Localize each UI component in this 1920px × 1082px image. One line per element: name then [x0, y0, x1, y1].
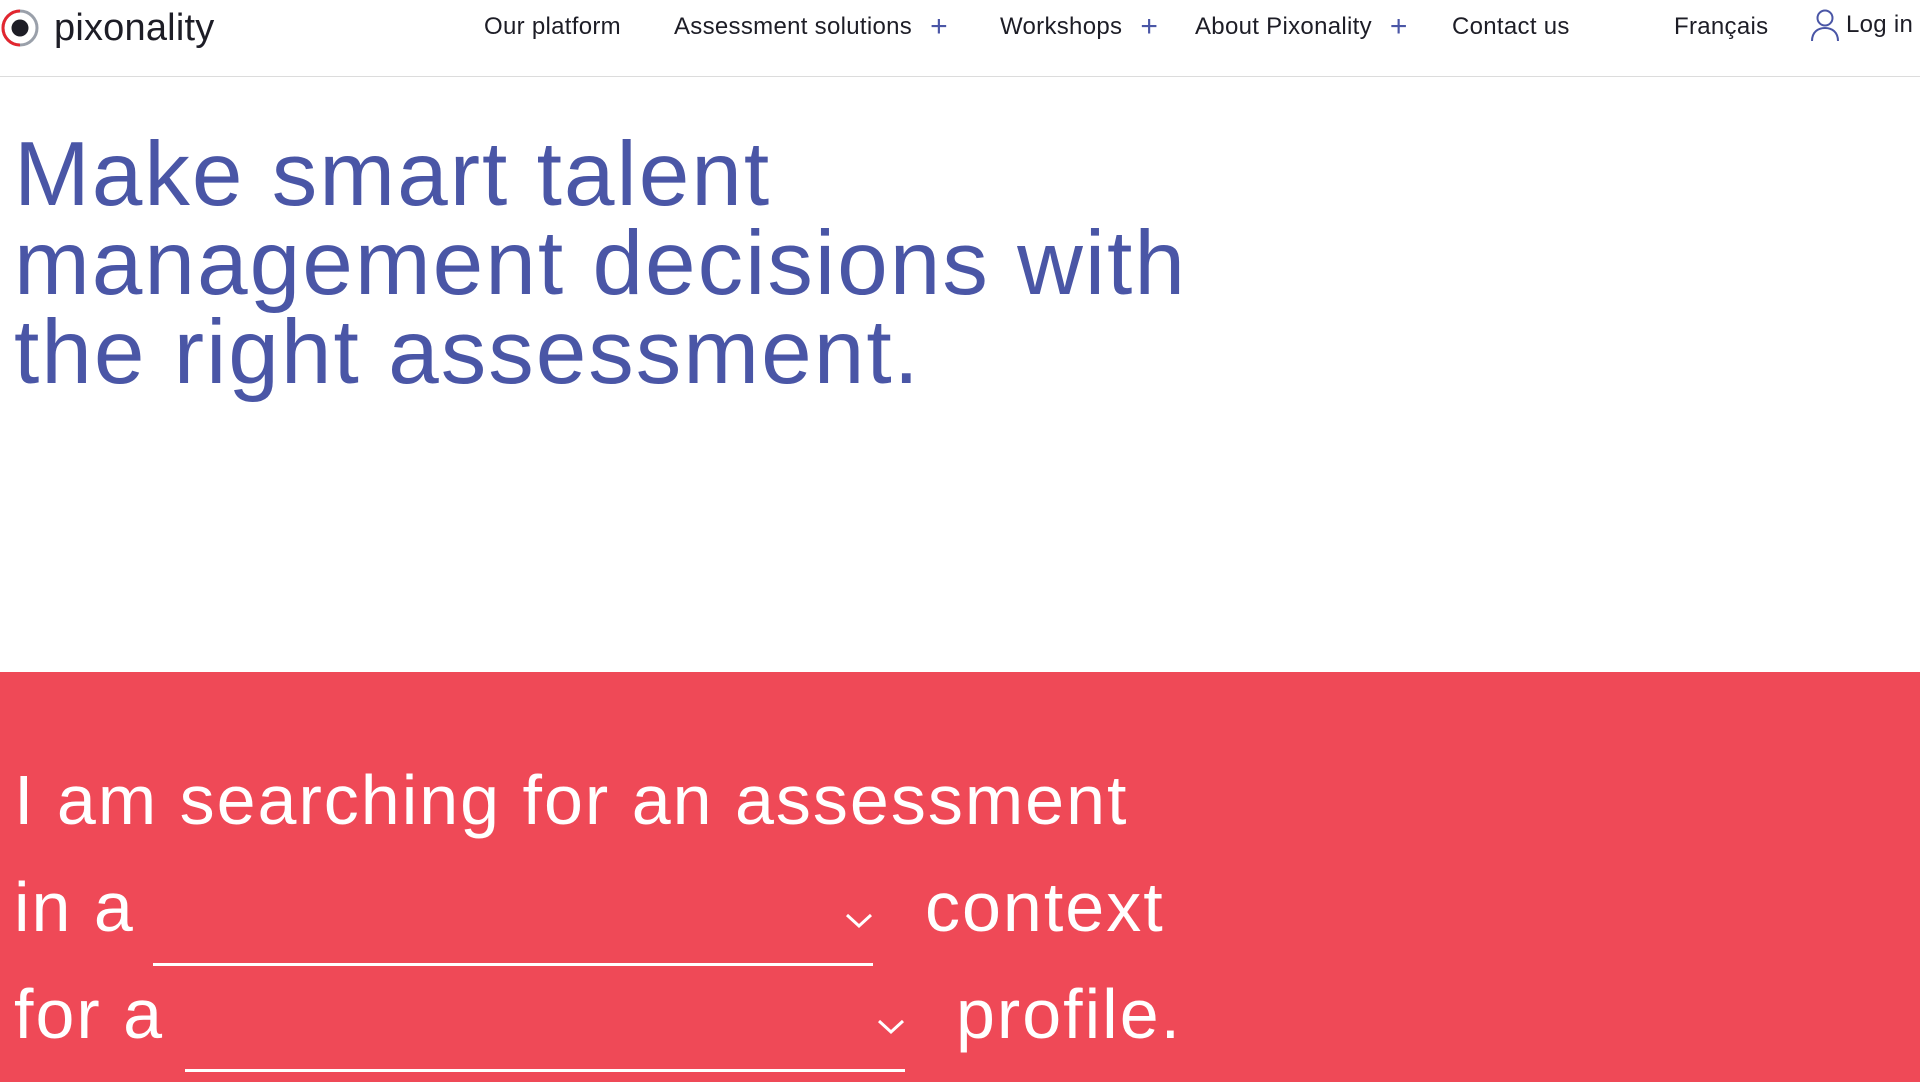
nav-item-label: Our platform	[484, 13, 621, 40]
nav-our-platform[interactable]: Our platform	[484, 12, 621, 42]
nav-about-pixonality[interactable]: About Pixonality +	[1195, 12, 1408, 42]
profile-select[interactable]	[185, 999, 905, 1072]
context-select[interactable]	[153, 893, 873, 966]
nav-assessment-solutions[interactable]: Assessment solutions +	[674, 12, 948, 42]
nav-item-label: Contact us	[1452, 13, 1570, 40]
plus-icon[interactable]: +	[1390, 12, 1408, 42]
chevron-down-icon	[845, 913, 873, 929]
site-header: pixonality Our platform Assessment solut…	[0, 0, 1920, 77]
logo-wordmark: pixonality	[54, 7, 215, 49]
finder-intro-text: I am searching for an assessment	[14, 761, 1129, 839]
plus-icon[interactable]: +	[930, 12, 948, 42]
nav-item-label: Assessment solutions	[674, 13, 913, 40]
login-label: Log in	[1846, 11, 1914, 38]
user-icon	[1811, 9, 1839, 42]
assessment-finder: I am searching for an assessment in a co…	[0, 672, 1920, 1082]
login-link[interactable]: Log in	[1810, 9, 1914, 42]
context-suffix-text: context	[925, 868, 1165, 946]
profile-prefix-text: for a	[14, 975, 165, 1053]
nav-item-label: Workshops	[1000, 13, 1123, 40]
hero-headline-line: Make smart talent	[14, 124, 772, 225]
pixonality-logo-icon	[1, 9, 39, 47]
nav-contact-us[interactable]: Contact us	[1452, 12, 1570, 42]
nav-workshops[interactable]: Workshops +	[1000, 12, 1158, 42]
language-label: Français	[1674, 13, 1769, 40]
plus-icon[interactable]: +	[1140, 12, 1158, 42]
hero-headline-line: management decisions with	[14, 213, 1187, 314]
chevron-down-icon	[877, 1019, 905, 1035]
nav-item-label: About Pixonality	[1195, 13, 1372, 40]
profile-suffix-text: profile.	[956, 975, 1183, 1053]
context-prefix-text: in a	[14, 868, 135, 946]
hero-headline-line: the right assessment.	[14, 302, 921, 403]
hero-headline: Make smart talent management decisions w…	[14, 124, 1214, 403]
pixonality-logo[interactable]: pixonality	[0, 6, 214, 50]
language-switch[interactable]: Français	[1674, 12, 1768, 42]
